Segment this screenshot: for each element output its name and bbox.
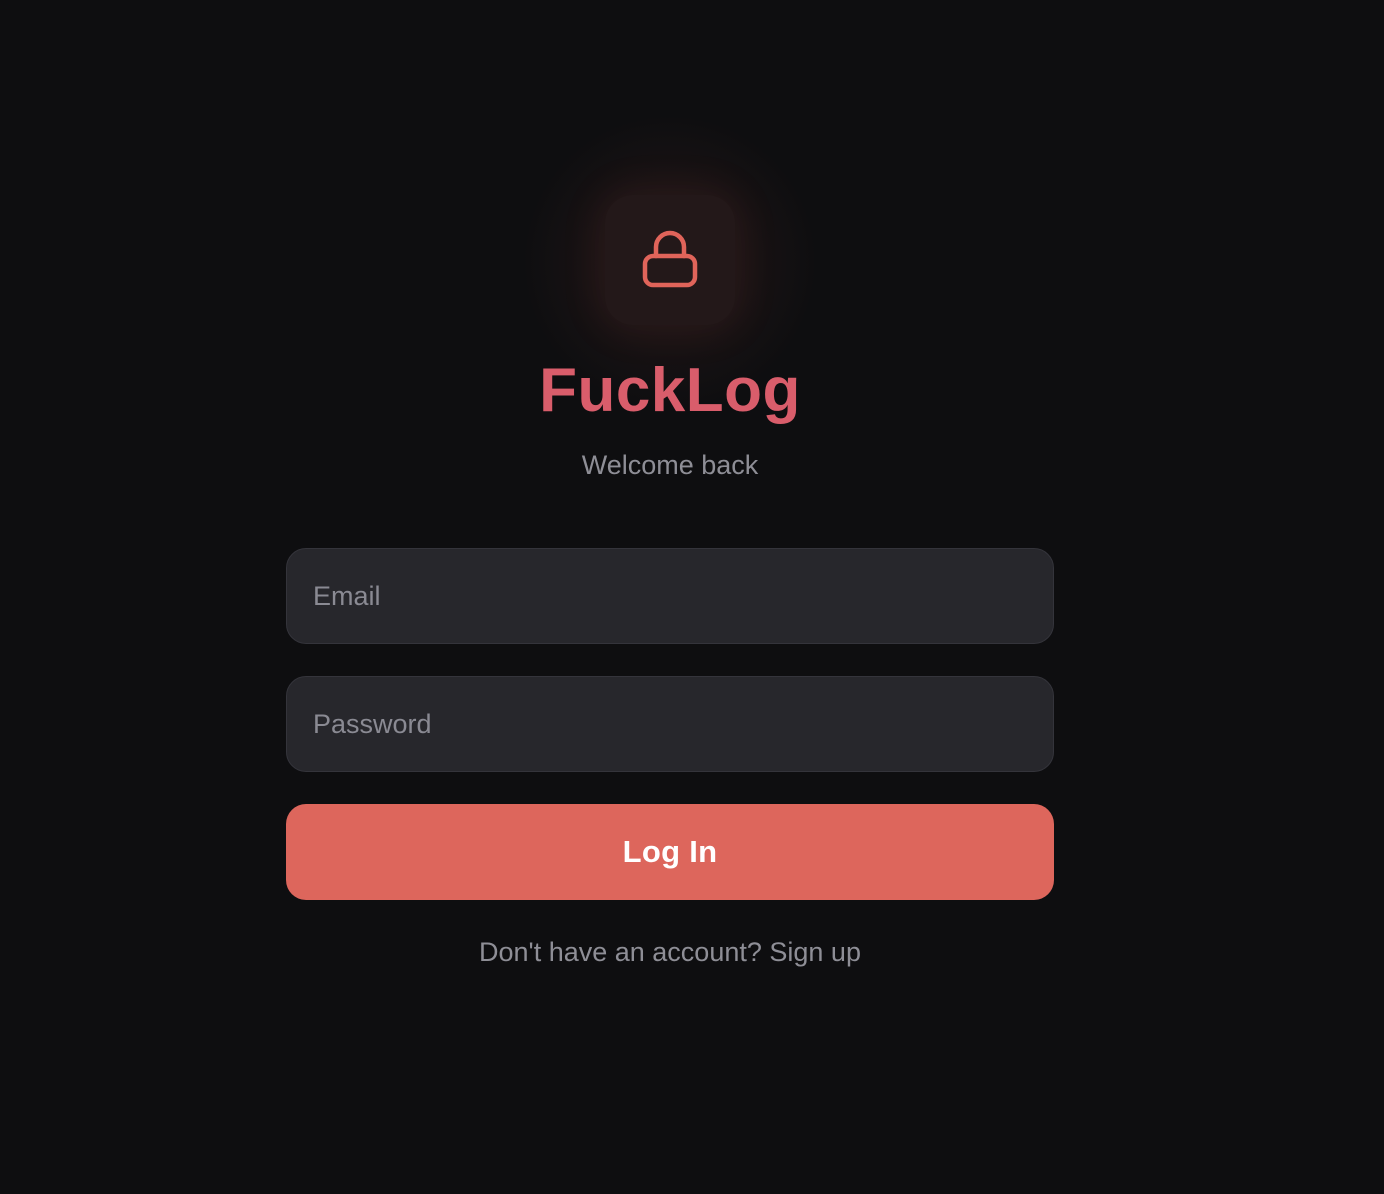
signup-link[interactable]: Sign up — [769, 937, 861, 967]
welcome-subtitle: Welcome back — [581, 450, 759, 480]
login-button[interactable]: Log In — [286, 804, 1054, 900]
signup-prompt-row: Don't have an account? Sign up — [0, 934, 1340, 970]
password-field[interactable] — [286, 676, 1054, 772]
app-title: FuckLog — [539, 356, 801, 425]
signup-prompt-text: Don't have an account? — [479, 937, 762, 967]
lock-icon — [640, 229, 700, 291]
email-field[interactable] — [286, 548, 1054, 644]
logo-tile — [605, 195, 735, 325]
login-page: FuckLog Welcome back Log In Don't have a… — [0, 0, 1384, 1194]
